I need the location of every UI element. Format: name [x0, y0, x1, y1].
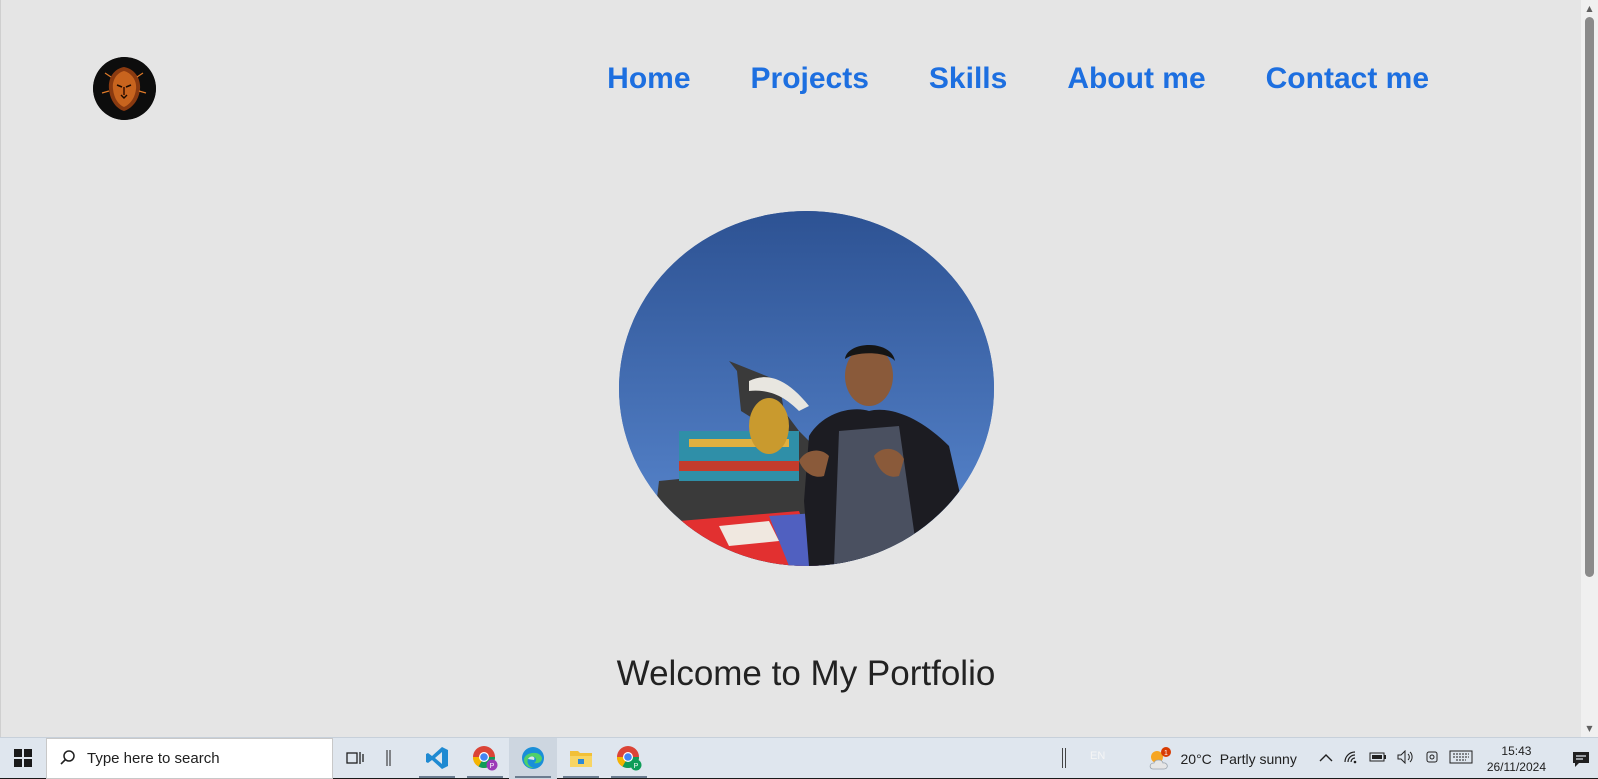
- taskbar-chrome-2[interactable]: P: [605, 738, 653, 779]
- weather-widget[interactable]: 1 20°C Partly sunny: [1147, 747, 1297, 771]
- meet-now-icon[interactable]: [1425, 749, 1439, 768]
- main-nav: Home Projects Skills About me Contact me: [607, 58, 1429, 100]
- welcome-heading: Welcome to My Portfolio: [1, 653, 1581, 695]
- scroll-down-arrow-icon[interactable]: ▼: [1581, 720, 1598, 737]
- keyboard-icon[interactable]: [1449, 750, 1473, 767]
- windows-logo-icon: [14, 749, 32, 767]
- start-button[interactable]: [0, 738, 46, 779]
- chrome-profile-icon: P: [616, 745, 642, 771]
- scroll-up-arrow-icon[interactable]: ▲: [1581, 0, 1598, 17]
- scrollbar-thumb[interactable]: [1585, 17, 1594, 577]
- weather-badge: 1: [1164, 750, 1168, 757]
- search-placeholder: Type here to search: [87, 750, 220, 767]
- chevron-up-icon[interactable]: [1319, 751, 1333, 766]
- system-clock[interactable]: 15:43 26/11/2024: [1487, 743, 1546, 775]
- taskbar-search-box[interactable]: Type here to search: [46, 738, 333, 779]
- page-scrollbar[interactable]: ▲ ▼: [1581, 0, 1598, 737]
- taskbar-edge[interactable]: [509, 738, 557, 779]
- language-indicator[interactable]: EN: [1090, 750, 1105, 762]
- taskbar-vscode[interactable]: [413, 738, 461, 779]
- nav-projects-link[interactable]: Projects: [751, 58, 869, 100]
- notification-icon: [1572, 750, 1590, 768]
- network-icon[interactable]: [1343, 750, 1359, 767]
- weather-sun-cloud-icon: 1: [1147, 747, 1173, 771]
- battery-icon[interactable]: [1369, 751, 1387, 766]
- edge-icon: [520, 745, 546, 771]
- taskbar-chrome-1[interactable]: P: [461, 738, 509, 779]
- file-explorer-icon: [569, 748, 593, 768]
- profile-photo-illustration: [619, 211, 994, 566]
- taskbar-separator: [379, 738, 399, 779]
- lion-icon: [93, 57, 156, 120]
- clock-date: 26/11/2024: [1487, 759, 1546, 775]
- nav-skills-link[interactable]: Skills: [929, 58, 1007, 100]
- weather-temperature: 20°C: [1181, 751, 1212, 767]
- search-icon: [59, 749, 77, 767]
- notification-center-button[interactable]: [1564, 750, 1598, 768]
- task-view-icon: [346, 750, 366, 766]
- nav-contact-link[interactable]: Contact me: [1266, 58, 1429, 100]
- task-view-button[interactable]: [333, 738, 379, 779]
- chrome-profile-icon: P: [472, 745, 498, 771]
- svg-text:P: P: [634, 763, 639, 770]
- tray-icons: [1319, 749, 1473, 768]
- vscode-icon: [425, 746, 449, 770]
- svg-text:P: P: [490, 763, 495, 770]
- taskbar-separator-right: [1062, 748, 1066, 768]
- windows-taskbar: Type here to search: [0, 737, 1598, 778]
- volume-icon[interactable]: [1397, 750, 1415, 767]
- browser-viewport: Home Projects Skills About me Contact me: [0, 0, 1581, 737]
- weather-condition: Partly sunny: [1220, 751, 1297, 767]
- system-tray: 1 20°C Partly sunny: [1147, 738, 1598, 779]
- taskbar-file-explorer[interactable]: [557, 738, 605, 779]
- separator-icon: [386, 750, 392, 766]
- screen: Home Projects Skills About me Contact me: [0, 0, 1598, 778]
- clock-time: 15:43: [1501, 743, 1531, 759]
- nav-home-link[interactable]: Home: [607, 58, 690, 100]
- profile-photo: [619, 211, 994, 566]
- lion-logo[interactable]: [93, 57, 156, 120]
- nav-about-link[interactable]: About me: [1067, 58, 1205, 100]
